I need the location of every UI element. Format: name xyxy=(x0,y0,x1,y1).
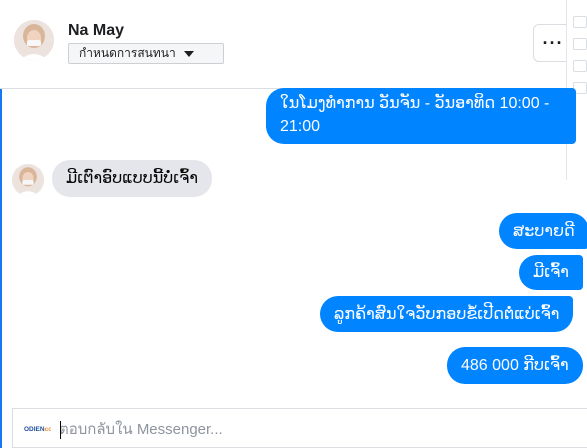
message-bubble-outgoing[interactable]: ສະບາຍດີ xyxy=(499,213,587,249)
contact-avatar[interactable] xyxy=(14,20,54,60)
conversation-settings-label: กำหนดการสนทนา xyxy=(79,46,176,60)
message-bubble-outgoing[interactable]: ມີເຈົ້າ xyxy=(519,255,583,290)
message-bubble-outgoing[interactable]: ລູກຄ້າສົນໃຈວັບກອບຂໍ້ເປີດຕໍ່ແບ່ເຈົ້າ xyxy=(320,296,574,332)
message-bubble-outgoing[interactable]: 486 000 ກີບເຈົ້າ xyxy=(447,347,583,384)
reply-input[interactable] xyxy=(59,418,499,440)
message-composer: ODIENcom xyxy=(12,408,587,448)
dropdown-caret-icon xyxy=(183,50,194,57)
text-cursor xyxy=(60,421,61,439)
conversation-settings-button[interactable]: กำหนดการสนทนา xyxy=(68,43,224,64)
message-bubble-incoming[interactable]: ມີເຕົາອົບແບບນີ້ບໍ່ເຈົ້າ xyxy=(52,160,212,197)
contact-name[interactable]: Na May xyxy=(68,22,124,40)
panel-glyph-icon xyxy=(573,16,587,28)
panel-glyph-icon xyxy=(573,38,587,50)
page-logo-icon: ODIENcom xyxy=(23,422,51,434)
panel-glyph-icon xyxy=(573,60,587,72)
conversation-header: Na May กำหนดการสนทนา ··· xyxy=(0,0,573,89)
more-icon: ··· xyxy=(542,32,564,53)
left-accent-edge xyxy=(0,84,2,448)
svg-text:ODIENcom: ODIENcom xyxy=(24,426,51,433)
message-bubble-outgoing[interactable]: ໃນໂມງທຳການ ວັນຈັນ - ວັນອາທິດ 10:00 - 21:… xyxy=(266,88,576,144)
sender-avatar xyxy=(12,164,44,196)
